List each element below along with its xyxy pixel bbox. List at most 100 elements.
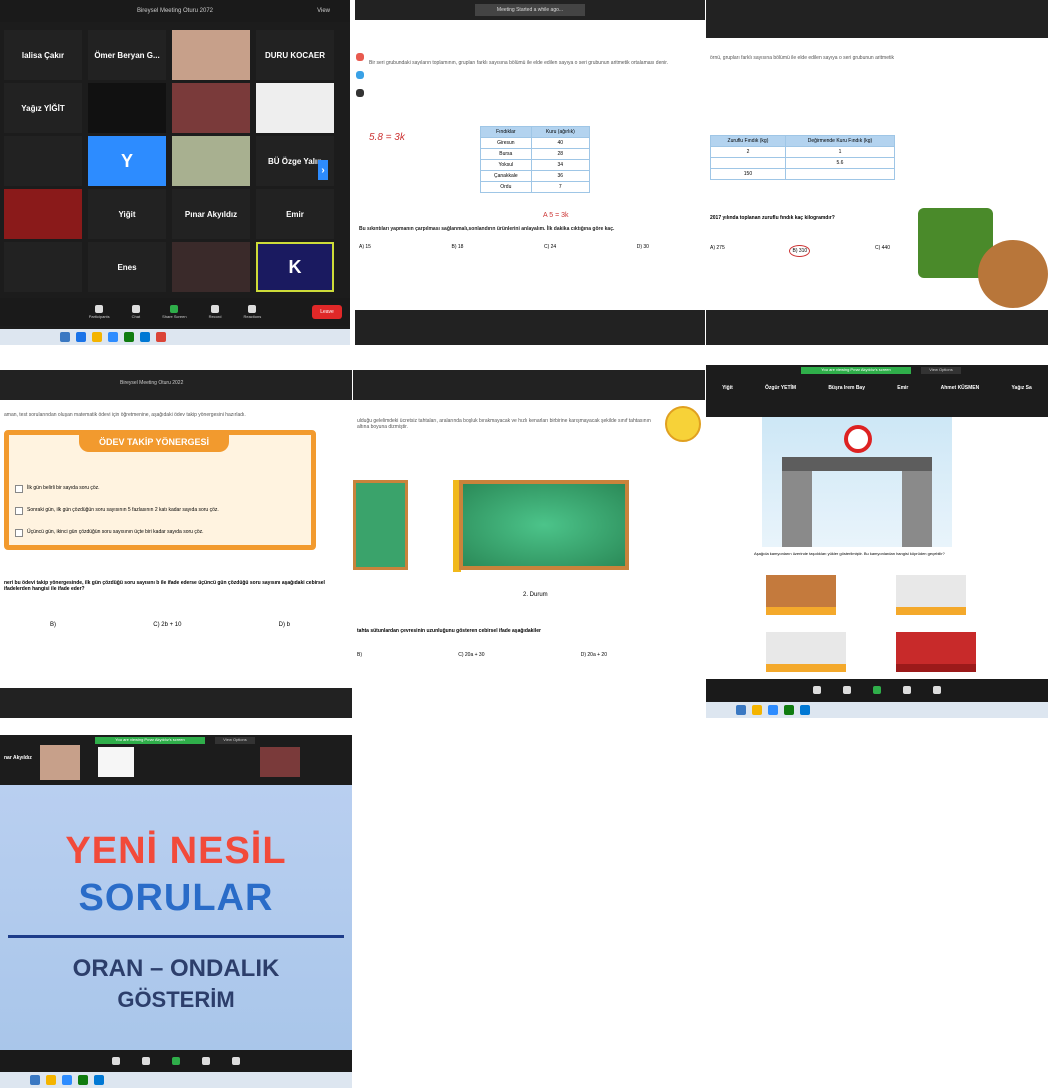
answer-option[interactable]: D) b [279,622,290,628]
participant-tile[interactable]: Emir [256,189,334,239]
instruction-item: İlk gün belirli bir sayıda soru çöz. [27,485,100,491]
tool-icon[interactable] [356,71,364,79]
answer-option[interactable]: B) [357,652,362,658]
participant-name[interactable]: Ahmet KÜSMEN [941,385,980,403]
participant-video[interactable] [260,747,300,777]
participant-tile[interactable] [4,136,82,186]
participants-button[interactable] [112,1056,120,1066]
figure-label: 2. Durum [523,592,548,598]
participant-name[interactable]: Yağız Sa [1012,385,1032,403]
participant-tile[interactable]: Y [88,136,166,186]
taskbar-app-icon[interactable] [768,705,778,715]
taskbar-app-icon[interactable] [78,1075,88,1085]
participants-button[interactable] [813,685,821,695]
board-image [459,480,629,570]
participant-tile[interactable] [256,83,334,133]
checkbox[interactable] [15,507,23,515]
answer-option[interactable]: B) 18 [451,244,463,250]
question-text: neri bu ödevi takip yönergesinde, ilk gü… [4,580,325,592]
participants-button[interactable]: Participants [89,305,110,319]
chat-button[interactable] [843,685,851,695]
participant-tile[interactable] [172,83,250,133]
chat-button[interactable]: Chat [132,305,140,319]
answer-option[interactable]: C) 2b + 10 [153,622,181,628]
participant-tile[interactable]: Pınar Akyıldız [172,189,250,239]
participant-tile[interactable] [4,189,82,239]
record-button[interactable] [202,1056,210,1066]
taskbar-app-icon[interactable] [62,1075,72,1085]
participant-name[interactable]: Büşra Irem Bay [828,385,865,403]
chat-button[interactable] [142,1056,150,1066]
participant-tile[interactable]: Yiğit [88,189,166,239]
reactions-button[interactable] [933,685,941,695]
slide-subtitle-1: ORAN – ONDALIK [72,955,280,982]
taskbar-app-icon[interactable] [108,332,118,342]
screen-share-banner: You are viewing Pınar Akyıldız's screen [801,367,911,374]
bridge-deck [782,457,932,471]
answer-options: B) C) 20a + 30 D) 20a + 20 [357,652,607,658]
checkbox[interactable] [15,529,23,537]
taskbar-app-icon[interactable] [752,705,762,715]
taskbar-app-icon[interactable] [156,332,166,342]
bridge-pillar [782,471,812,547]
record-button[interactable] [903,685,911,695]
side-toolbar [355,50,365,300]
answer-option[interactable]: A) 15 [359,244,371,250]
bottom-bar [706,310,1048,345]
presenter-name: nar Akyıldız [4,755,32,761]
participant-tile[interactable]: Enes [88,242,166,292]
taskbar-app-icon[interactable] [94,1075,104,1085]
answer-option[interactable]: D) 30 [637,244,649,250]
taskbar-app-icon[interactable] [140,332,150,342]
reactions-button[interactable] [232,1056,240,1066]
reactions-button[interactable]: Reactions [243,305,261,319]
tool-icon[interactable] [356,89,364,97]
participant-tile[interactable] [172,30,250,80]
participant-tile[interactable]: Ömer Beryan G... [88,30,166,80]
answer-option[interactable]: B) 310 [789,245,811,257]
mascot-icon [665,406,701,442]
taskbar-app-icon[interactable] [800,705,810,715]
leave-button[interactable]: Leave [312,305,342,319]
share-screen-button[interactable] [172,1056,180,1066]
taskbar-app-icon[interactable] [60,332,70,342]
checkbox[interactable] [15,485,23,493]
participant-tile[interactable]: DURU KOCAER [256,30,334,80]
answer-option[interactable]: C) 24 [544,244,556,250]
question-text: Bu sıkıntıları yapmanın çarpılması sağla… [359,226,615,232]
participant-name[interactable]: Yiğit [722,385,733,403]
view-options-button[interactable]: View Options [921,367,961,374]
share-screen-button[interactable]: Share Screen [162,305,187,319]
participant-name[interactable]: Emir [897,385,908,403]
participant-tile[interactable] [88,83,166,133]
participant-tile[interactable] [172,242,250,292]
taskbar-app-icon[interactable] [784,705,794,715]
taskbar-app-icon[interactable] [736,705,746,715]
taskbar-app-icon[interactable] [76,332,86,342]
answer-option[interactable]: C) 440 [875,245,890,257]
answer-option[interactable]: B) [50,622,56,628]
participant-tile[interactable]: Yağız YİĞİT [4,83,82,133]
answer-option[interactable]: A) 275 [710,245,725,257]
participant-name[interactable]: Özgür YETİM [765,385,796,403]
view-options-button[interactable]: View Options [215,737,255,744]
participant-tile[interactable]: K [256,242,334,292]
participant-video[interactable] [98,747,134,777]
participant-video[interactable] [40,745,80,780]
slide-title-1: YENİ NESİL [65,830,287,872]
record-button[interactable]: Record [209,305,221,319]
participant-tile[interactable] [172,136,250,186]
participant-tile[interactable]: lalisa Çakır [4,30,82,80]
problem-text: örnü, grupları farklı sayısına bölümü il… [710,55,894,61]
taskbar-app-icon[interactable] [124,332,134,342]
taskbar-app-icon[interactable] [92,332,102,342]
next-page-icon[interactable]: › [318,160,328,180]
share-screen-button[interactable] [873,685,881,695]
answer-option[interactable]: C) 20a + 30 [458,652,484,658]
answer-option[interactable]: D) 20a + 20 [581,652,607,658]
taskbar-app-icon[interactable] [30,1075,40,1085]
tool-icon[interactable] [356,53,364,61]
view-button[interactable]: View [317,0,330,22]
taskbar-app-icon[interactable] [46,1075,56,1085]
participant-tile[interactable] [4,242,82,292]
